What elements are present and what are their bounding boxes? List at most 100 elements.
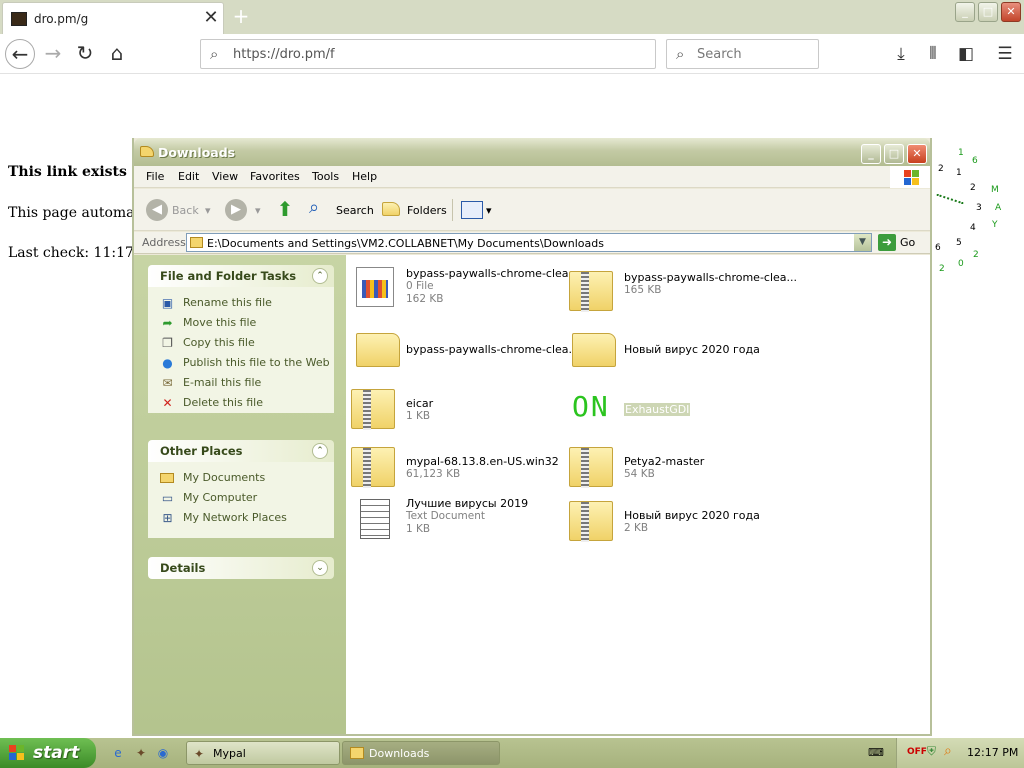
- close-button[interactable]: ✕: [907, 144, 927, 164]
- search-icon: ⌕: [676, 45, 685, 63]
- task-rename[interactable]: ▣ Rename this file: [148, 293, 334, 313]
- file-folder-tasks-panel: File and Folder Tasks ⌃ ▣ Rename this fil…: [148, 265, 334, 413]
- menu-favorites[interactable]: Favorites: [250, 170, 300, 183]
- keyboard-icon[interactable]: ⌨: [868, 746, 884, 760]
- file-item[interactable]: bypass-paywalls-chrome-clea... 0 File 16…: [348, 263, 579, 317]
- file-info: 165 KB: [624, 284, 662, 296]
- file-info: 0 File: [406, 280, 434, 292]
- menu-tools[interactable]: Tools: [312, 170, 339, 183]
- panel-title: Details: [160, 561, 206, 575]
- file-item[interactable]: Petya2-master 54 KB: [566, 437, 776, 491]
- place-network[interactable]: ⊞ My Network Places: [148, 508, 334, 528]
- favicon-icon: [11, 12, 27, 26]
- reload-button[interactable]: ↻: [70, 39, 100, 69]
- task-email[interactable]: ✉ E-mail this file: [148, 373, 334, 393]
- mypal-quicklaunch-icon[interactable]: ✦: [133, 745, 149, 761]
- folder-item[interactable]: Новый вирус 2020 года: [566, 323, 776, 377]
- forward-button[interactable]: →: [38, 39, 68, 69]
- minimize-button[interactable]: _: [861, 144, 881, 164]
- start-button[interactable]: start: [0, 738, 96, 768]
- collapse-icon[interactable]: ⌃: [312, 443, 328, 459]
- views-dropdown-icon[interactable]: ▾: [486, 204, 492, 217]
- move-icon: ➦: [162, 316, 173, 330]
- zip-icon: [569, 501, 613, 542]
- clock[interactable]: 12:17 PM: [967, 746, 1018, 759]
- go-arrow-icon[interactable]: ➜: [878, 234, 896, 251]
- go-button[interactable]: Go: [900, 236, 915, 249]
- file-name: mypal-68.13.8.en-US.win32: [406, 455, 559, 468]
- file-info: 2 KB: [624, 522, 649, 534]
- browser-close-button[interactable]: ✕: [1001, 2, 1021, 22]
- folder-icon: [140, 146, 154, 157]
- file-item[interactable]: ON ExhaustGDI: [566, 379, 776, 433]
- taskbar-mypal[interactable]: ✦ Mypal: [186, 741, 340, 765]
- task-delete[interactable]: ✕ Delete this file: [148, 393, 334, 413]
- close-tab-icon[interactable]: ✕: [200, 7, 222, 29]
- browser-maximize-button[interactable]: □: [978, 2, 998, 22]
- library-icon[interactable]: ⫴: [922, 43, 944, 65]
- rename-icon: ▣: [161, 296, 174, 310]
- tray-off-indicator[interactable]: OFF: [907, 747, 927, 757]
- new-tab-button[interactable]: +: [230, 4, 252, 28]
- menu-edit[interactable]: Edit: [178, 170, 199, 183]
- search-box[interactable]: ⌕ Search: [666, 39, 819, 69]
- menu-file[interactable]: File: [146, 170, 164, 183]
- system-tray: OFF ⛨ ⌕ 12:17 PM: [896, 738, 1024, 768]
- collapse-icon[interactable]: ⌃: [312, 268, 328, 284]
- home-button[interactable]: ⌂: [102, 39, 132, 69]
- toolbar-folders-label[interactable]: Folders: [407, 204, 447, 217]
- zip-icon: [569, 447, 613, 488]
- panel-title: Other Places: [160, 444, 243, 458]
- up-folder-icon[interactable]: ⬆: [274, 197, 296, 221]
- menu-icon[interactable]: ☰: [994, 43, 1016, 65]
- place-my-documents[interactable]: My Documents: [148, 468, 334, 488]
- file-item[interactable]: eicar 1 KB: [348, 379, 558, 433]
- windows-logo-icon: [9, 745, 25, 761]
- sidebar-icon[interactable]: ◧: [955, 43, 977, 65]
- views-icon[interactable]: [461, 201, 483, 219]
- clock-label: 2: [973, 250, 979, 260]
- taskbar-downloads[interactable]: Downloads: [342, 741, 500, 765]
- clock-label: 5: [956, 238, 962, 248]
- clock-label: 1: [956, 168, 962, 178]
- download-icon[interactable]: ⤓: [890, 43, 912, 65]
- panel-header[interactable]: Other Places ⌃: [148, 440, 334, 462]
- address-dropdown-icon[interactable]: ▼: [854, 234, 871, 251]
- file-item[interactable]: bypass-paywalls-chrome-clea... 165 KB: [566, 263, 797, 317]
- browser-tab[interactable]: dro.pm/g ✕: [2, 2, 224, 34]
- url-bar[interactable]: ⌕ https://dro.pm/f: [200, 39, 656, 69]
- menu-help[interactable]: Help: [352, 170, 377, 183]
- start-label: start: [33, 743, 80, 763]
- address-field[interactable]: E:\Documents and Settings\VM2.COLLABNET\…: [186, 233, 872, 252]
- ie-icon[interactable]: e: [110, 745, 126, 761]
- clock-label: 2: [970, 183, 976, 193]
- media-player-icon[interactable]: ◉: [155, 745, 171, 761]
- back-button[interactable]: ←: [5, 39, 35, 69]
- folders-icon[interactable]: [382, 202, 400, 216]
- back-arrow-icon[interactable]: ◀: [146, 199, 168, 221]
- menu-view[interactable]: View: [212, 170, 238, 183]
- place-my-computer[interactable]: ▭ My Computer: [148, 488, 334, 508]
- task-copy[interactable]: ❐ Copy this file: [148, 333, 334, 353]
- back-dropdown-icon[interactable]: ▾: [205, 204, 211, 217]
- task-publish[interactable]: ● Publish this file to the Web: [148, 353, 334, 373]
- panel-header[interactable]: Details ⌄: [148, 557, 334, 579]
- expand-icon[interactable]: ⌄: [312, 560, 328, 576]
- file-item[interactable]: Новый вирус 2020 года 2 KB: [566, 491, 776, 545]
- back-label[interactable]: Back: [172, 204, 199, 217]
- file-item[interactable]: mypal-68.13.8.en-US.win32 61,123 KB: [348, 437, 559, 491]
- search-tray-icon[interactable]: ⌕: [944, 743, 952, 759]
- maximize-button[interactable]: □: [884, 144, 904, 164]
- folder-item[interactable]: bypass-paywalls-chrome-clea...: [348, 323, 579, 377]
- clock-label: 0: [958, 259, 964, 269]
- panel-header[interactable]: File and Folder Tasks ⌃: [148, 265, 334, 287]
- toolbar-search-label[interactable]: Search: [336, 204, 374, 217]
- forward-arrow-icon[interactable]: ▶: [225, 199, 247, 221]
- file-item[interactable]: Лучшие вирусы 2019 Text Document 1 KB: [348, 491, 558, 545]
- browser-minimize-button[interactable]: _: [955, 2, 975, 22]
- explorer-title-bar[interactable]: Downloads _ □ ✕: [134, 138, 930, 166]
- task-move[interactable]: ➦ Move this file: [148, 313, 334, 333]
- search-icon[interactable]: ⌕: [309, 197, 319, 218]
- forward-dropdown-icon[interactable]: ▾: [255, 204, 261, 217]
- shield-icon[interactable]: ⛨: [927, 744, 936, 759]
